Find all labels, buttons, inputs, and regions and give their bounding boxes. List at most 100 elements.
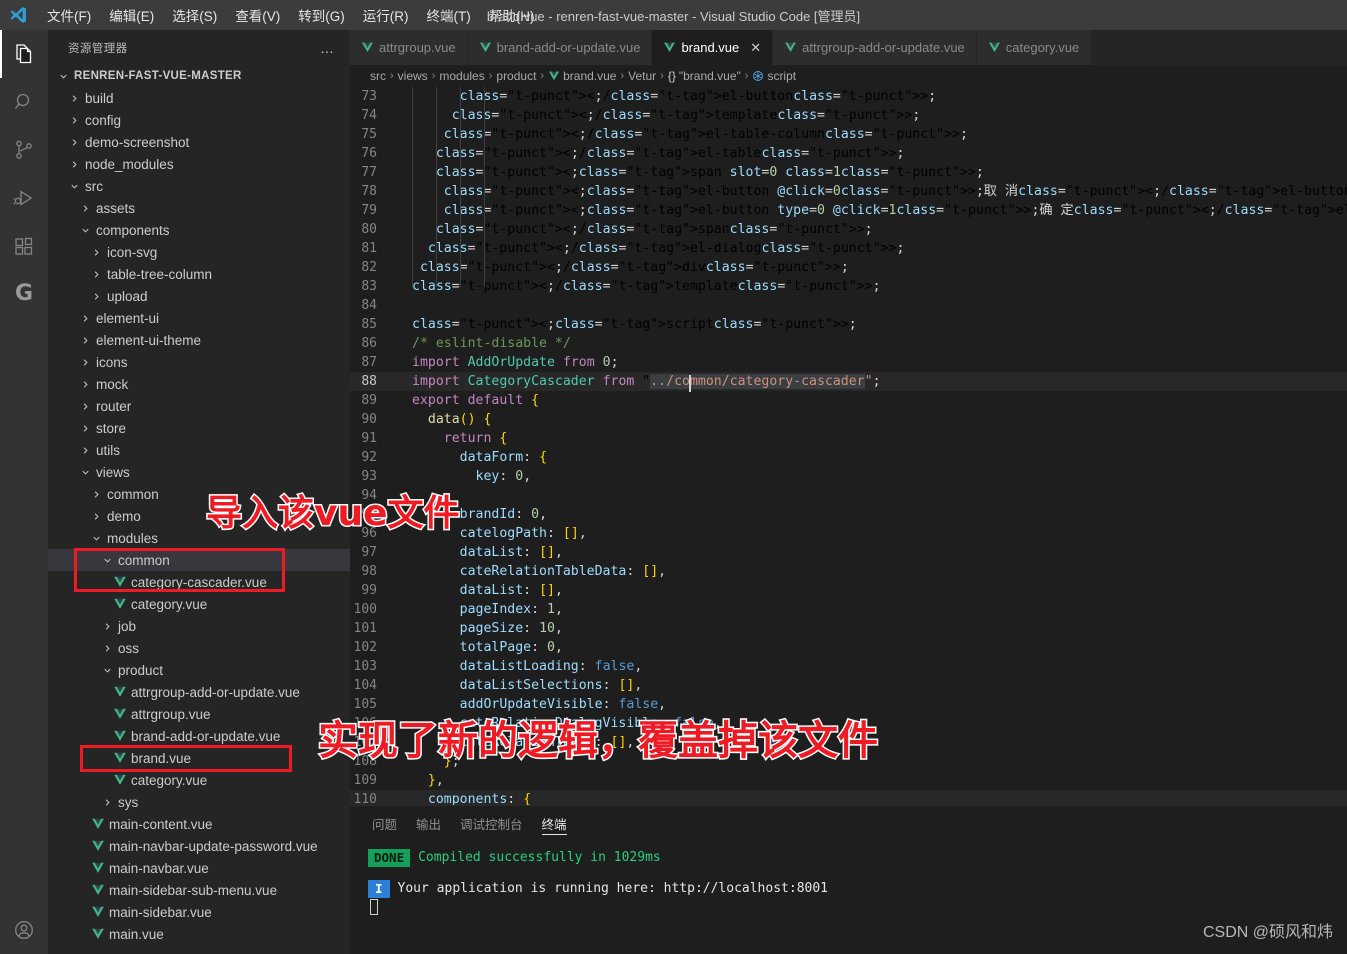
menu-run[interactable]: 运行(R)	[354, 1, 418, 29]
breadcrumb[interactable]: src › views › modules › product › brand.vue › Vetu…	[350, 65, 1347, 87]
tree-item-config[interactable]: config	[48, 109, 350, 131]
code-line-84[interactable]: 84	[350, 296, 1347, 315]
tree-item-attrgroup-add-or-update.vue[interactable]: attrgroup-add-or-update.vue	[48, 681, 350, 703]
code-line-74[interactable]: 74 class="t-punct"><;/class="t-tag">temp…	[350, 106, 1347, 125]
code-content[interactable]: 73 class="t-punct"><;/class="t-tag">el-b…	[350, 87, 1347, 805]
chevron-down-icon[interactable]	[100, 665, 115, 676]
code-line-92[interactable]: 92 dataForm: {	[350, 448, 1347, 467]
code-line-89[interactable]: 89 export default {	[350, 391, 1347, 410]
chevron-right-icon[interactable]	[78, 335, 93, 346]
chevron-right-icon[interactable]	[78, 445, 93, 456]
code-line-101[interactable]: 101 pageSize: 10,	[350, 619, 1347, 638]
code-line-78[interactable]: 78 class="t-punct"><;class="t-tag">el-bu…	[350, 182, 1347, 201]
code-line-82[interactable]: 82 class="t-punct"><;/class="t-tag">divc…	[350, 258, 1347, 277]
chevron-right-icon[interactable]	[89, 489, 104, 500]
tree-item-oss[interactable]: oss	[48, 637, 350, 659]
tree-item-mock[interactable]: mock	[48, 373, 350, 395]
tree-item-table-tree-column[interactable]: table-tree-column	[48, 263, 350, 285]
menu-selection[interactable]: 选择(S)	[163, 1, 226, 29]
code-line-106[interactable]: 106 cateRelationDialogVisible: false,	[350, 714, 1347, 733]
menu-edit[interactable]: 编辑(E)	[100, 1, 163, 29]
tree-item-icon-svg[interactable]: icon-svg	[48, 241, 350, 263]
panel-tab-3[interactable]: 终端	[542, 806, 567, 841]
tree-item-main-content.vue[interactable]: main-content.vue	[48, 813, 350, 835]
code-editor[interactable]: 73 class="t-punct"><;/class="t-tag">el-b…	[350, 87, 1347, 805]
editor-tab-attrgroup-vue[interactable]: attrgroup.vue	[350, 30, 468, 65]
chevron-right-icon[interactable]	[78, 357, 93, 368]
menu-bar[interactable]: 文件(F) 编辑(E) 选择(S) 查看(V) 转到(G) 运行(R) 终端(T…	[38, 1, 544, 29]
chevron-right-icon[interactable]	[78, 423, 93, 434]
chevron-right-icon[interactable]	[89, 247, 104, 258]
code-line-87[interactable]: 87 import AddOrUpdate from 0;	[350, 353, 1347, 372]
code-line-99[interactable]: 99 dataList: [],	[350, 581, 1347, 600]
chevron-right-icon[interactable]	[67, 137, 82, 148]
tree-item-element-ui[interactable]: element-ui	[48, 307, 350, 329]
panel-tab-1[interactable]: 输出	[416, 806, 441, 841]
code-line-76[interactable]: 76 class="t-punct"><;/class="t-tag">el-t…	[350, 144, 1347, 163]
tree-item-main.vue[interactable]: main.vue	[48, 923, 350, 945]
tree-item-renren-fast-vue-master[interactable]: RENREN-FAST-VUE-MASTER	[48, 65, 350, 87]
tree-item-upload[interactable]: upload	[48, 285, 350, 307]
code-line-93[interactable]: 93 key: 0,	[350, 467, 1347, 486]
breadcrumb-item-7[interactable]: script	[752, 69, 796, 83]
code-line-103[interactable]: 103 dataListLoading: false,	[350, 657, 1347, 676]
code-line-107[interactable]: 107 cateRelationTable: [],	[350, 733, 1347, 752]
chevron-right-icon[interactable]	[78, 401, 93, 412]
tree-item-main-sidebar-sub-menu.vue[interactable]: main-sidebar-sub-menu.vue	[48, 879, 350, 901]
tree-item-product[interactable]: product	[48, 659, 350, 681]
chevron-right-icon[interactable]	[78, 313, 93, 324]
tree-item-main-sidebar.vue[interactable]: main-sidebar.vue	[48, 901, 350, 923]
tree-item-brand.vue[interactable]: brand.vue	[48, 747, 350, 769]
code-line-75[interactable]: 75 class="t-punct"><;/class="t-tag">el-t…	[350, 125, 1347, 144]
tree-item-category.vue[interactable]: category.vue	[48, 593, 350, 615]
editor-tab-brand-vue[interactable]: brand.vue ✕	[652, 30, 773, 65]
code-line-97[interactable]: 97 dataList: [],	[350, 543, 1347, 562]
tree-item-views[interactable]: views	[48, 461, 350, 483]
tree-item-src[interactable]: src	[48, 175, 350, 197]
chevron-down-icon[interactable]	[78, 467, 93, 478]
breadcrumb-item-0[interactable]: src	[370, 69, 386, 83]
account-icon[interactable]	[0, 906, 48, 954]
terminal-output[interactable]: DONE Compiled successfully in 1029ms I Y…	[350, 841, 1347, 954]
tree-item-main-navbar.vue[interactable]: main-navbar.vue	[48, 857, 350, 879]
chevron-right-icon[interactable]	[89, 511, 104, 522]
search-icon[interactable]	[0, 78, 48, 126]
code-line-80[interactable]: 80 class="t-punct"><;/class="t-tag">span…	[350, 220, 1347, 239]
chevron-right-icon[interactable]	[67, 93, 82, 104]
chevron-right-icon[interactable]	[78, 203, 93, 214]
code-line-79[interactable]: 79 class="t-punct"><;class="t-tag">el-bu…	[350, 201, 1347, 220]
gitlens-icon[interactable]: G	[0, 270, 48, 318]
chevron-down-icon[interactable]	[56, 71, 71, 82]
code-line-108[interactable]: 108 };	[350, 752, 1347, 771]
menu-file[interactable]: 文件(F)	[38, 1, 100, 29]
tree-item-icons[interactable]: icons	[48, 351, 350, 373]
editor-tab-category-vue[interactable]: category.vue	[977, 30, 1091, 65]
tree-item-utils[interactable]: utils	[48, 439, 350, 461]
chevron-right-icon[interactable]	[100, 643, 115, 654]
tree-item-common[interactable]: common	[48, 483, 350, 505]
tree-item-main-navbar-update-password.vue[interactable]: main-navbar-update-password.vue	[48, 835, 350, 857]
code-line-83[interactable]: 83 class="t-punct"><;/class="t-tag">templ…	[350, 277, 1347, 296]
breadcrumb-item-2[interactable]: modules	[439, 69, 484, 83]
code-line-110[interactable]: 110 components: {	[350, 790, 1347, 805]
tree-item-common[interactable]: common	[48, 549, 350, 571]
editor-tab-bar[interactable]: attrgroup.vue brand-add-or-update.vue bran…	[350, 30, 1347, 65]
tree-item-demo-screenshot[interactable]: demo-screenshot	[48, 131, 350, 153]
run-and-debug-icon[interactable]	[0, 174, 48, 222]
code-line-77[interactable]: 77 class="t-punct"><;class="t-tag">span …	[350, 163, 1347, 182]
close-icon[interactable]: ✕	[750, 40, 761, 56]
menu-help[interactable]: 帮助(H)	[480, 1, 544, 29]
code-line-73[interactable]: 73 class="t-punct"><;/class="t-tag">el-b…	[350, 87, 1347, 106]
code-line-102[interactable]: 102 totalPage: 0,	[350, 638, 1347, 657]
source-control-icon[interactable]	[0, 126, 48, 174]
tree-item-sys[interactable]: sys	[48, 791, 350, 813]
tree-item-demo[interactable]: demo	[48, 505, 350, 527]
chevron-down-icon[interactable]	[78, 225, 93, 236]
extensions-icon[interactable]	[0, 222, 48, 270]
editor-tab-attrgroup-add-or-update-vue[interactable]: attrgroup-add-or-update.vue	[773, 30, 977, 65]
panel-tab-2[interactable]: 调试控制台	[460, 806, 523, 841]
chevron-right-icon[interactable]	[67, 159, 82, 170]
tree-item-assets[interactable]: assets	[48, 197, 350, 219]
code-line-96[interactable]: 96 catelogPath: [],	[350, 524, 1347, 543]
tree-item-category-cascader.vue[interactable]: category-cascader.vue	[48, 571, 350, 593]
